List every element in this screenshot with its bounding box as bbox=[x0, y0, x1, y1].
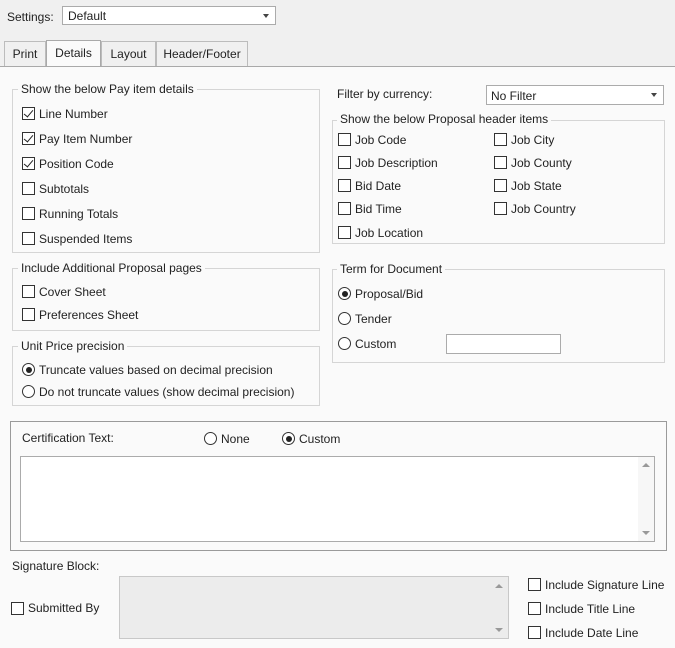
certification-none-label: None bbox=[221, 432, 250, 446]
certification-custom-radio[interactable] bbox=[282, 432, 295, 445]
custom-term-radio[interactable] bbox=[338, 337, 351, 350]
tab-details[interactable]: Details bbox=[46, 40, 101, 67]
cover-sheet-checkbox[interactable] bbox=[22, 285, 35, 298]
include-signature-line-checkbox[interactable] bbox=[528, 578, 541, 591]
job-state-label: Job State bbox=[511, 179, 562, 193]
custom-term-input[interactable] bbox=[446, 334, 561, 354]
certification-label: Certification Text: bbox=[22, 431, 114, 445]
header-items-title: Show the below Proposal header items bbox=[337, 112, 552, 126]
include-date-line-label: Include Date Line bbox=[545, 626, 639, 640]
job-city-label: Job City bbox=[511, 133, 555, 147]
submitted-by-label: Submitted By bbox=[28, 601, 100, 615]
chevron-down-icon[interactable] bbox=[642, 531, 650, 535]
job-state-checkbox[interactable] bbox=[494, 179, 507, 192]
job-code-label: Job Code bbox=[355, 133, 407, 147]
pay-item-number-checkbox[interactable] bbox=[22, 132, 35, 145]
pay-item-group-title: Show the below Pay item details bbox=[18, 82, 197, 96]
line-number-label: Line Number bbox=[39, 107, 108, 121]
bid-time-checkbox[interactable] bbox=[338, 202, 351, 215]
settings-dropdown[interactable]: Default bbox=[62, 6, 276, 25]
pay-item-number-label: Pay Item Number bbox=[39, 132, 133, 146]
no-truncate-radio[interactable] bbox=[22, 385, 35, 398]
running-totals-checkbox[interactable] bbox=[22, 207, 35, 220]
unit-price-title: Unit Price precision bbox=[18, 339, 128, 353]
bid-date-checkbox[interactable] bbox=[338, 179, 351, 192]
preferences-sheet-checkbox[interactable] bbox=[22, 308, 35, 321]
no-truncate-label: Do not truncate values (show decimal pre… bbox=[39, 385, 295, 399]
job-city-checkbox[interactable] bbox=[494, 133, 507, 146]
line-number-checkbox[interactable] bbox=[22, 107, 35, 120]
cover-sheet-label: Cover Sheet bbox=[39, 285, 106, 299]
signature-textarea[interactable] bbox=[119, 576, 509, 639]
tab-layout[interactable]: Layout bbox=[101, 41, 156, 66]
submitted-by-checkbox[interactable] bbox=[11, 602, 24, 615]
suspended-items-label: Suspended Items bbox=[39, 232, 133, 246]
truncate-label: Truncate values based on decimal precisi… bbox=[39, 363, 273, 377]
chevron-up-icon[interactable] bbox=[642, 463, 650, 467]
truncate-radio[interactable] bbox=[22, 363, 35, 376]
preferences-sheet-label: Preferences Sheet bbox=[39, 308, 139, 322]
job-county-checkbox[interactable] bbox=[494, 156, 507, 169]
job-country-checkbox[interactable] bbox=[494, 202, 507, 215]
suspended-items-checkbox[interactable] bbox=[22, 232, 35, 245]
proposal-bid-label: Proposal/Bid bbox=[355, 287, 424, 301]
currency-dropdown[interactable]: No Filter bbox=[486, 85, 664, 105]
include-title-line-checkbox[interactable] bbox=[528, 602, 541, 615]
job-description-checkbox[interactable] bbox=[338, 156, 351, 169]
certification-custom-label: Custom bbox=[299, 432, 341, 446]
include-title-line-label: Include Title Line bbox=[545, 602, 636, 616]
settings-label: Settings: bbox=[7, 10, 54, 24]
tender-radio[interactable] bbox=[338, 312, 351, 325]
term-title: Term for Document bbox=[337, 262, 446, 276]
position-code-checkbox[interactable] bbox=[22, 157, 35, 170]
job-country-label: Job Country bbox=[511, 202, 576, 216]
job-county-label: Job County bbox=[511, 156, 572, 170]
position-code-label: Position Code bbox=[39, 157, 114, 171]
tender-label: Tender bbox=[355, 312, 392, 326]
custom-term-label: Custom bbox=[355, 337, 397, 351]
chevron-down-icon[interactable] bbox=[495, 628, 503, 632]
currency-label: Filter by currency: bbox=[337, 87, 433, 101]
job-location-checkbox[interactable] bbox=[338, 226, 351, 239]
subtotals-label: Subtotals bbox=[39, 182, 90, 196]
settings-value: Default bbox=[68, 9, 107, 23]
running-totals-label: Running Totals bbox=[39, 207, 119, 221]
job-description-label: Job Description bbox=[355, 156, 438, 170]
include-date-line-checkbox[interactable] bbox=[528, 626, 541, 639]
tab-header-footer[interactable]: Header/Footer bbox=[156, 41, 248, 66]
currency-value: No Filter bbox=[491, 89, 537, 103]
proposal-bid-radio[interactable] bbox=[338, 287, 351, 300]
signature-label: Signature Block: bbox=[12, 559, 100, 573]
tab-print[interactable]: Print bbox=[4, 41, 46, 66]
chevron-down-icon bbox=[263, 14, 269, 18]
include-signature-line-label: Include Signature Line bbox=[545, 578, 665, 592]
additional-pages-title: Include Additional Proposal pages bbox=[18, 261, 205, 275]
subtotals-checkbox[interactable] bbox=[22, 182, 35, 195]
job-location-label: Job Location bbox=[355, 226, 424, 240]
bid-time-label: Bid Time bbox=[355, 202, 402, 216]
job-code-checkbox[interactable] bbox=[338, 133, 351, 146]
certification-textarea[interactable] bbox=[20, 456, 655, 542]
bid-date-label: Bid Date bbox=[355, 179, 402, 193]
chevron-up-icon[interactable] bbox=[495, 584, 503, 588]
certification-none-radio[interactable] bbox=[204, 432, 217, 445]
chevron-down-icon bbox=[651, 93, 657, 97]
certification-scrollbar[interactable] bbox=[638, 457, 654, 541]
